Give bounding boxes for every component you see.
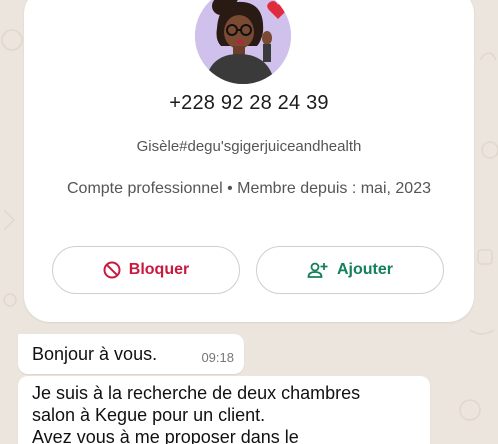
add-contact-button-label: Ajouter — [337, 261, 393, 278]
message-bubble[interactable]: Je suis à la recherche de deux chambres … — [18, 376, 430, 444]
profile-card: +228 92 28 24 39 Gisèle#degu'sgigerjuice… — [24, 0, 474, 322]
message-text: Bonjour à vous. — [32, 344, 158, 364]
business-name: Gisèle#degu'sgigerjuiceandhealth — [136, 138, 362, 155]
message-timestamp: 09:18 — [201, 350, 234, 365]
avatar[interactable] — [195, 0, 291, 84]
message-text: Je suis à la recherche de deux chambres … — [32, 382, 420, 444]
account-info: Compte professionnel • Membre depuis : m… — [66, 180, 431, 197]
message-bubble[interactable]: Bonjour à vous. 09:18 — [18, 334, 244, 374]
contact-phone-number: +228 92 28 24 39 — [169, 92, 329, 114]
block-button-label: Bloquer — [128, 261, 190, 278]
add-contact-button[interactable]: Ajouter — [256, 246, 444, 294]
heart-icon — [267, 1, 289, 19]
message-line: Avez vous à me proposer dans le — [32, 427, 299, 444]
block-button[interactable]: Bloquer — [52, 246, 240, 294]
add-contact-icon — [307, 262, 328, 278]
block-icon — [103, 261, 121, 279]
message-line: salon à Kegue pour un client. — [32, 405, 266, 425]
message-line: Je suis à la recherche de deux chambres — [32, 383, 361, 403]
